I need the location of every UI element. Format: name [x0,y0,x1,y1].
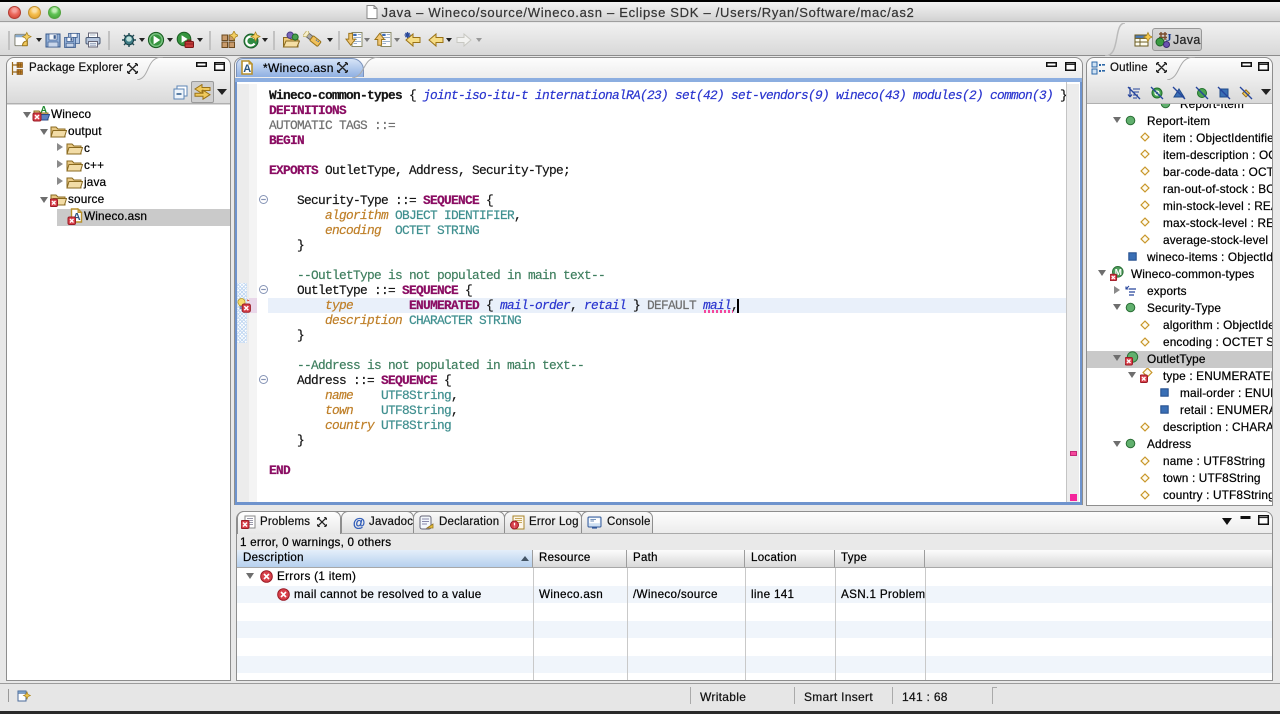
svg-text:J: J [1166,32,1172,44]
svg-text:A: A [41,105,48,115]
svg-text:A: A [243,63,251,75]
